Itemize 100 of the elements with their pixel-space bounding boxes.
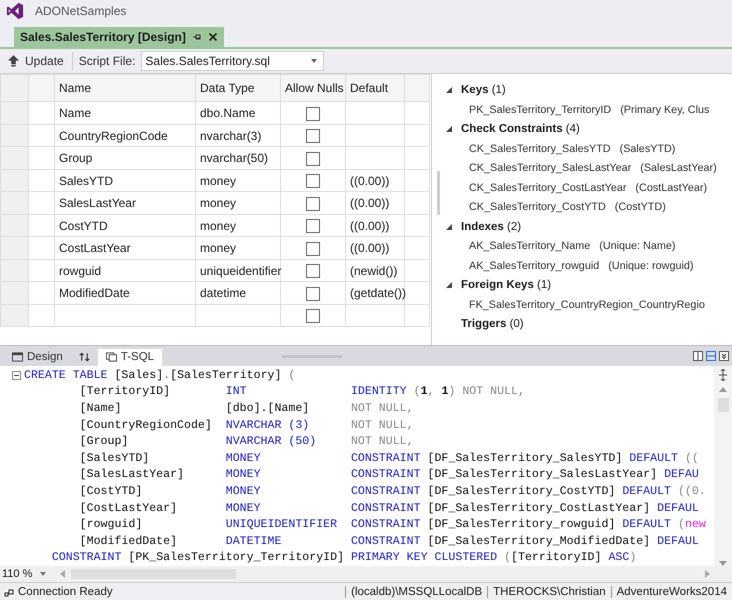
vertical-split-icon[interactable]	[693, 351, 703, 362]
script-icon	[106, 352, 117, 362]
table-cell[interactable]: (newid())	[346, 259, 404, 282]
script-file-label: Script File:	[78, 54, 136, 68]
table-cell[interactable]: ((0.00))	[346, 236, 404, 260]
table-cell[interactable]: money	[196, 236, 280, 260]
checkbox[interactable]	[306, 219, 320, 234]
table-cell[interactable]: Group	[54, 146, 196, 170]
expanded-triangle-icon[interactable]	[445, 222, 453, 231]
table-cell[interactable]	[346, 304, 404, 327]
tree-item[interactable]: FK_SalesTerritory_CountryRegion_CountryRegio	[469, 298, 705, 311]
checkbox[interactable]	[306, 242, 320, 256]
table-cell[interactable]	[54, 304, 196, 327]
table-cell[interactable]: Name	[54, 102, 196, 124]
group-heading[interactable]: Triggers (0)	[461, 318, 524, 330]
code-text: [Name]	[78, 402, 122, 415]
table-cell[interactable]: ((0.00))	[346, 214, 404, 237]
connection-icon	[4, 586, 14, 597]
checkbox[interactable]	[306, 129, 320, 144]
column-header[interactable]: Default	[346, 74, 404, 102]
table-cell[interactable]: ModifiedDate	[54, 282, 196, 304]
dropdown-caret-icon	[311, 59, 318, 63]
code-text: NOT NULL,	[350, 402, 414, 415]
t-sql-tab[interactable]: T-SQL	[98, 348, 162, 366]
column-header[interactable]: Allow Nulls	[280, 74, 346, 102]
table-cell[interactable]: SalesLastYear	[54, 192, 196, 214]
checkbox[interactable]	[306, 286, 320, 301]
code-text: NOT NULL,	[350, 418, 414, 432]
expanded-triangle-icon[interactable]	[445, 125, 453, 134]
checkbox[interactable]	[306, 106, 320, 121]
table-cell[interactable]: rowguid	[54, 259, 196, 282]
code-text: [ModifiedDate]	[78, 534, 178, 548]
table-cell[interactable]: uniqueidentifier	[196, 259, 280, 282]
scrollbar[interactable]	[437, 171, 440, 216]
checkbox[interactable]	[306, 196, 320, 211]
table-cell[interactable]: dbo.Name	[196, 102, 280, 124]
table-cell[interactable]: CostYTD	[54, 214, 196, 237]
code-text: CONSTRAINT [DF_SalesTerritory_CostYTD] DEFAULT ((0.	[350, 484, 706, 498]
table-cell[interactable]: nvarchar(50)	[196, 146, 280, 170]
tree-item[interactable]: CK_SalesTerritory_CostYTD (CostYTD)	[469, 201, 666, 214]
dropdown-caret-icon	[40, 572, 46, 576]
expanded-triangle-icon[interactable]	[445, 281, 453, 290]
swap-arrows-icon	[78, 352, 90, 362]
table-cell[interactable]: nvarchar(3)	[196, 124, 280, 147]
table-cell[interactable]: money	[196, 214, 280, 237]
group-heading[interactable]: Keys (1)	[461, 84, 506, 96]
script-file-dropdown[interactable]: Sales.SalesTerritory.sql	[141, 51, 324, 71]
window-title: ADONetSamples	[35, 4, 126, 18]
group-heading[interactable]: Check Constraints (4)	[461, 123, 580, 136]
table-cell[interactable]	[346, 146, 404, 170]
split-handle-icon[interactable]	[718, 368, 728, 381]
scroll-left-icon[interactable]	[60, 570, 65, 578]
table-cell[interactable]	[346, 124, 404, 147]
code-text: [CountryRegionCode]	[78, 418, 213, 432]
checkbox[interactable]	[306, 174, 320, 188]
column-header[interactable]: Name	[54, 74, 196, 102]
update-button[interactable]: Update	[6, 52, 66, 70]
tree-item[interactable]: CK_SalesTerritory_CostLastYear (CostLastYear)	[469, 182, 708, 194]
table-cell[interactable]: (getdate())	[346, 282, 404, 304]
checkbox[interactable]	[306, 264, 320, 278]
code-text: [Group]	[78, 435, 130, 448]
tree-item[interactable]: AK_SalesTerritory_rowguid (Unique: rowguid)	[469, 260, 694, 272]
zoom-dropdown[interactable]: 110 %	[2, 568, 54, 580]
tree-item[interactable]: CK_SalesTerritory_SalesYTD (SalesYTD)	[469, 142, 676, 155]
status-message: Connection Ready	[18, 586, 114, 598]
up-arrow-icon	[8, 54, 19, 68]
table-cell[interactable]: money	[196, 169, 280, 192]
scroll-up-icon[interactable]	[719, 386, 727, 392]
table-cell[interactable]: ((0.00))	[346, 169, 404, 192]
expanded-triangle-icon[interactable]	[445, 86, 453, 94]
table-cell[interactable]: datetime	[196, 282, 280, 304]
code-text: [SalesLastYear]	[78, 468, 186, 482]
code-text: MONEY	[226, 452, 262, 465]
table-cell[interactable]: ((0.00))	[346, 192, 404, 214]
close-icon[interactable]	[208, 32, 218, 42]
table-cell[interactable]: CountryRegionCode	[54, 124, 196, 147]
code-text: CONSTRAINT [DF_SalesTerritory_rowguid] DEFAULT (new	[350, 518, 706, 532]
tree-item[interactable]: AK_SalesTerritory_Name (Unique: Name)	[469, 240, 676, 252]
group-heading[interactable]: Foreign Keys (1)	[461, 279, 552, 292]
design-tab[interactable]: Design	[4, 348, 71, 366]
column-header[interactable]: Data Type	[196, 74, 280, 102]
document-tab[interactable]: Sales.SalesTerritory [Design]	[14, 26, 224, 47]
table-cell[interactable]: SalesYTD	[54, 169, 196, 192]
checkbox[interactable]	[306, 309, 320, 324]
table-cell[interactable]	[196, 304, 280, 327]
table-cell[interactable]	[346, 102, 404, 124]
code-text: MONEY	[226, 484, 262, 498]
tree-item[interactable]: CK_SalesTerritory_SalesLastYear (SalesLastYear)	[469, 162, 717, 174]
code-text: [rowguid]	[78, 518, 144, 532]
scroll-right-icon[interactable]	[705, 570, 710, 578]
table-cell[interactable]: CostLastYear	[54, 236, 196, 260]
table-cell[interactable]: money	[196, 192, 280, 214]
checkbox[interactable]	[306, 152, 320, 166]
code-text: CONSTRAINT [DF_SalesTerritory_ModifiedDate] DEFAUL	[350, 534, 699, 548]
horizontal-split-icon[interactable]	[706, 351, 716, 362]
collapse-box-icon[interactable]	[12, 370, 21, 380]
collapse-pane-icon[interactable]	[719, 351, 729, 362]
pin-icon[interactable]	[192, 32, 202, 42]
group-heading[interactable]: Indexes (2)	[461, 220, 522, 233]
tree-item[interactable]: PK_SalesTerritory_TerritoryID (Primary Key, Clus	[469, 104, 710, 116]
